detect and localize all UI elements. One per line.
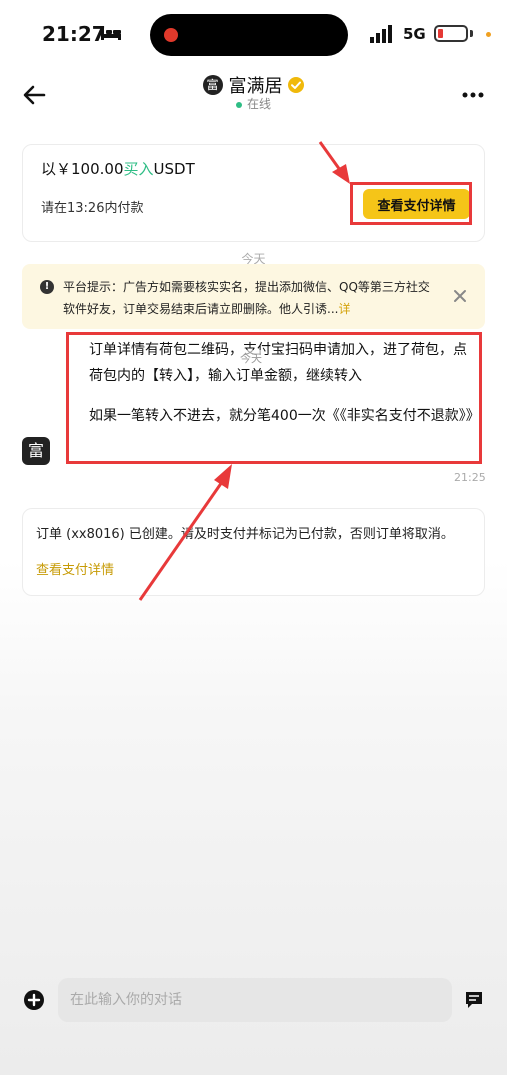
chat-input[interactable] xyxy=(58,978,452,1022)
annotation-highlight-box xyxy=(350,182,472,225)
order-asset: USDT xyxy=(153,160,195,178)
chat-message-bubble: 订单详情有荷包二维码，支付宝扫码申请加入，进了荷包，点荷包内的【转入】，输入订单… xyxy=(66,332,482,464)
payment-deadline: 请在13:26内付款 xyxy=(41,201,144,216)
battery-tip xyxy=(470,30,473,37)
message-paragraph: 订单详情有荷包二维码，支付宝扫码申请加入，进了荷包，点荷包内的【转入】，输入订单… xyxy=(89,342,467,384)
message-body: 订单详情有荷包二维码，支付宝扫码申请加入，进了荷包，点荷包内的【转入】，输入订单… xyxy=(89,337,480,429)
battery-icon xyxy=(434,25,468,42)
merchant-name: 富满居 xyxy=(228,76,283,97)
message-timestamp: 21:25 xyxy=(454,471,486,484)
order-action: 买入 xyxy=(123,160,154,178)
sender-avatar: 富 xyxy=(22,437,50,465)
status-time: 21:27 xyxy=(42,22,106,46)
mic-indicator-icon xyxy=(486,32,491,37)
close-icon[interactable] xyxy=(452,288,468,304)
online-status-text: 在线 xyxy=(246,97,271,111)
order-title: 以￥100.00买入USDT xyxy=(41,158,195,179)
platform-warning-banner: ! 平台提示：广告方如需要核实实名，提出添加微信、QQ等第三方社交软件好友，订单… xyxy=(22,264,485,329)
order-created-card: 订单 (xx8016) 已创建。请及时支付并标记为已付款，否则订单将取消。 查看… xyxy=(22,508,485,596)
online-status: 在线 xyxy=(0,95,507,112)
date-overlay-label: 今天 xyxy=(240,350,262,366)
status-bar: 21:27 5G xyxy=(0,0,507,70)
warning-icon: ! xyxy=(40,280,54,294)
message-paragraph: 如果一笔转入不进去，就分笔400一次《《非实名支付不退款》》 xyxy=(89,408,480,424)
verified-badge-icon xyxy=(287,77,304,93)
warning-text: 平台提示：广告方如需要核实实名，提出添加微信、QQ等第三方社交软件好友，订单交易… xyxy=(63,276,433,320)
view-payment-details-link[interactable]: 查看支付详情 xyxy=(36,559,114,578)
quick-reply-icon[interactable] xyxy=(464,990,484,1010)
order-created-text: 订单 (xx8016) 已创建。请及时支付并标记为已付款，否则订单将取消。 xyxy=(36,527,454,542)
sleep-focus-icon xyxy=(101,28,121,40)
battery-level xyxy=(438,29,443,38)
more-options-icon[interactable] xyxy=(462,92,484,98)
merchant-avatar: 富 xyxy=(202,75,223,95)
recording-indicator-icon xyxy=(164,28,178,42)
order-amount: 以￥100.00 xyxy=(41,160,124,178)
warning-details-link[interactable]: 详 xyxy=(338,302,350,316)
cellular-signal-icon xyxy=(370,25,392,43)
warning-message: 平台提示：广告方如需要核实实名，提出添加微信、QQ等第三方社交软件好友，订单交易… xyxy=(63,280,430,316)
add-attachment-icon[interactable] xyxy=(24,990,44,1010)
dynamic-island xyxy=(150,14,348,56)
network-type: 5G xyxy=(403,25,426,43)
online-dot-icon xyxy=(235,101,242,108)
